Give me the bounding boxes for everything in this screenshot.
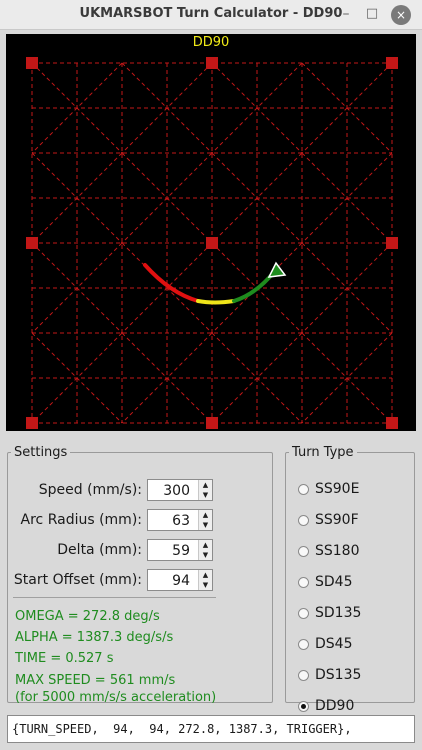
spin-down-icon[interactable]: ▼	[199, 550, 212, 560]
close-icon[interactable]: ×	[391, 5, 411, 25]
robot-path-segment	[196, 299, 236, 305]
turn-type-group: Turn Type SS90E SS90F SS180 SD45 SD135 D…	[285, 445, 415, 714]
radio-label[interactable]: SD135	[315, 605, 361, 621]
maze-post	[206, 417, 218, 429]
radio-label[interactable]: SD45	[315, 574, 352, 590]
start-offset-value[interactable]: 94	[172, 573, 190, 589]
radio-dot-icon[interactable]	[298, 701, 309, 712]
speed-label: Speed (mm/s):	[38, 482, 142, 498]
radio-dot-icon[interactable]	[298, 577, 309, 588]
title-bar: UKMARSBOT Turn Calculator - DD90 – □ ×	[0, 0, 422, 30]
radio-label[interactable]: DS135	[315, 667, 361, 683]
maze-canvas: DD90	[6, 34, 416, 431]
start-offset-spin-arrows[interactable]: ▲ ▼	[198, 570, 212, 590]
spin-down-icon[interactable]: ▼	[199, 490, 212, 500]
results-divider	[13, 597, 216, 598]
maze-post	[206, 237, 218, 249]
spin-up-icon[interactable]: ▲	[199, 480, 212, 490]
settings-group: Settings Speed (mm/s): 300 ▲ ▼ Arc Radiu…	[7, 445, 273, 705]
maze-post	[26, 417, 38, 429]
robot-path-segment	[232, 270, 276, 303]
robot-path	[143, 263, 276, 305]
arc-radius-value[interactable]: 63	[172, 513, 190, 529]
radio-dot-icon[interactable]	[298, 670, 309, 681]
speed-row: Speed (mm/s): 300 ▲ ▼	[8, 479, 228, 501]
radio-dot-icon[interactable]	[298, 515, 309, 526]
radio-label[interactable]: DD90	[315, 698, 354, 714]
radio-dot-icon[interactable]	[298, 639, 309, 650]
window-title: UKMARSBOT Turn Calculator - DD90	[79, 6, 343, 21]
maze-post	[26, 237, 38, 249]
output-field[interactable]: {TURN_SPEED, 94, 94, 272.8, 1387.3, TRIG…	[7, 715, 415, 743]
spin-down-icon[interactable]: ▼	[199, 580, 212, 590]
settings-legend: Settings	[14, 445, 68, 460]
maze-post	[386, 57, 398, 69]
delta-spin-arrows[interactable]: ▲ ▼	[198, 540, 212, 560]
time-result: TIME = 0.527 s	[15, 651, 114, 666]
speed-spin-arrows[interactable]: ▲ ▼	[198, 480, 212, 500]
radio-ds45[interactable]: DS45	[298, 636, 408, 654]
acceleration-note: (for 5000 mm/s/s acceleration)	[15, 690, 217, 705]
maze-post	[26, 57, 38, 69]
radio-label[interactable]: DS45	[315, 636, 352, 652]
radio-ss90f[interactable]: SS90F	[298, 512, 408, 530]
spin-down-icon[interactable]: ▼	[199, 520, 212, 530]
speed-value[interactable]: 300	[163, 483, 190, 499]
delta-row: Delta (mm): 59 ▲ ▼	[8, 539, 228, 561]
omega-result: OMEGA = 272.8 deg/s	[15, 609, 160, 624]
arc-radius-label: Arc Radius (mm):	[20, 512, 142, 528]
radio-sd45[interactable]: SD45	[298, 574, 408, 592]
minimize-icon[interactable]: –	[335, 4, 357, 26]
arc-radius-spinbox[interactable]: 63 ▲ ▼	[147, 509, 213, 531]
start-offset-label: Start Offset (mm):	[13, 572, 142, 588]
start-offset-row: Start Offset (mm): 94 ▲ ▼	[8, 569, 228, 591]
radio-dot-icon[interactable]	[298, 608, 309, 619]
maze-post	[206, 57, 218, 69]
radio-ds135[interactable]: DS135	[298, 667, 408, 685]
radio-ss180[interactable]: SS180	[298, 543, 408, 561]
delta-value[interactable]: 59	[172, 543, 190, 559]
canvas-title: DD90	[192, 35, 230, 50]
radio-ss90e[interactable]: SS90E	[298, 481, 408, 499]
delta-spinbox[interactable]: 59 ▲ ▼	[147, 539, 213, 561]
maze-grid	[26, 57, 398, 429]
radio-sd135[interactable]: SD135	[298, 605, 408, 623]
turn-type-legend: Turn Type	[292, 445, 354, 460]
maze-post	[386, 237, 398, 249]
maze-post	[386, 417, 398, 429]
maximize-icon[interactable]: □	[361, 4, 383, 26]
start-offset-spinbox[interactable]: 94 ▲ ▼	[147, 569, 213, 591]
robot-marker-icon	[267, 261, 287, 278]
spin-up-icon[interactable]: ▲	[199, 540, 212, 550]
spin-up-icon[interactable]: ▲	[199, 570, 212, 580]
delta-label: Delta (mm):	[57, 542, 142, 558]
radio-dot-icon[interactable]	[298, 546, 309, 557]
max-speed-result: MAX SPEED = 561 mm/s	[15, 673, 176, 688]
alpha-result: ALPHA = 1387.3 deg/s/s	[15, 630, 174, 645]
radio-label[interactable]: SS90E	[315, 481, 359, 497]
radio-dd90[interactable]: DD90	[298, 698, 408, 716]
arc-radius-row: Arc Radius (mm): 63 ▲ ▼	[8, 509, 228, 531]
radio-dot-icon[interactable]	[298, 484, 309, 495]
arc-radius-spin-arrows[interactable]: ▲ ▼	[198, 510, 212, 530]
radio-label[interactable]: SS180	[315, 543, 360, 559]
spin-up-icon[interactable]: ▲	[199, 510, 212, 520]
radio-label[interactable]: SS90F	[315, 512, 359, 528]
speed-spinbox[interactable]: 300 ▲ ▼	[147, 479, 213, 501]
